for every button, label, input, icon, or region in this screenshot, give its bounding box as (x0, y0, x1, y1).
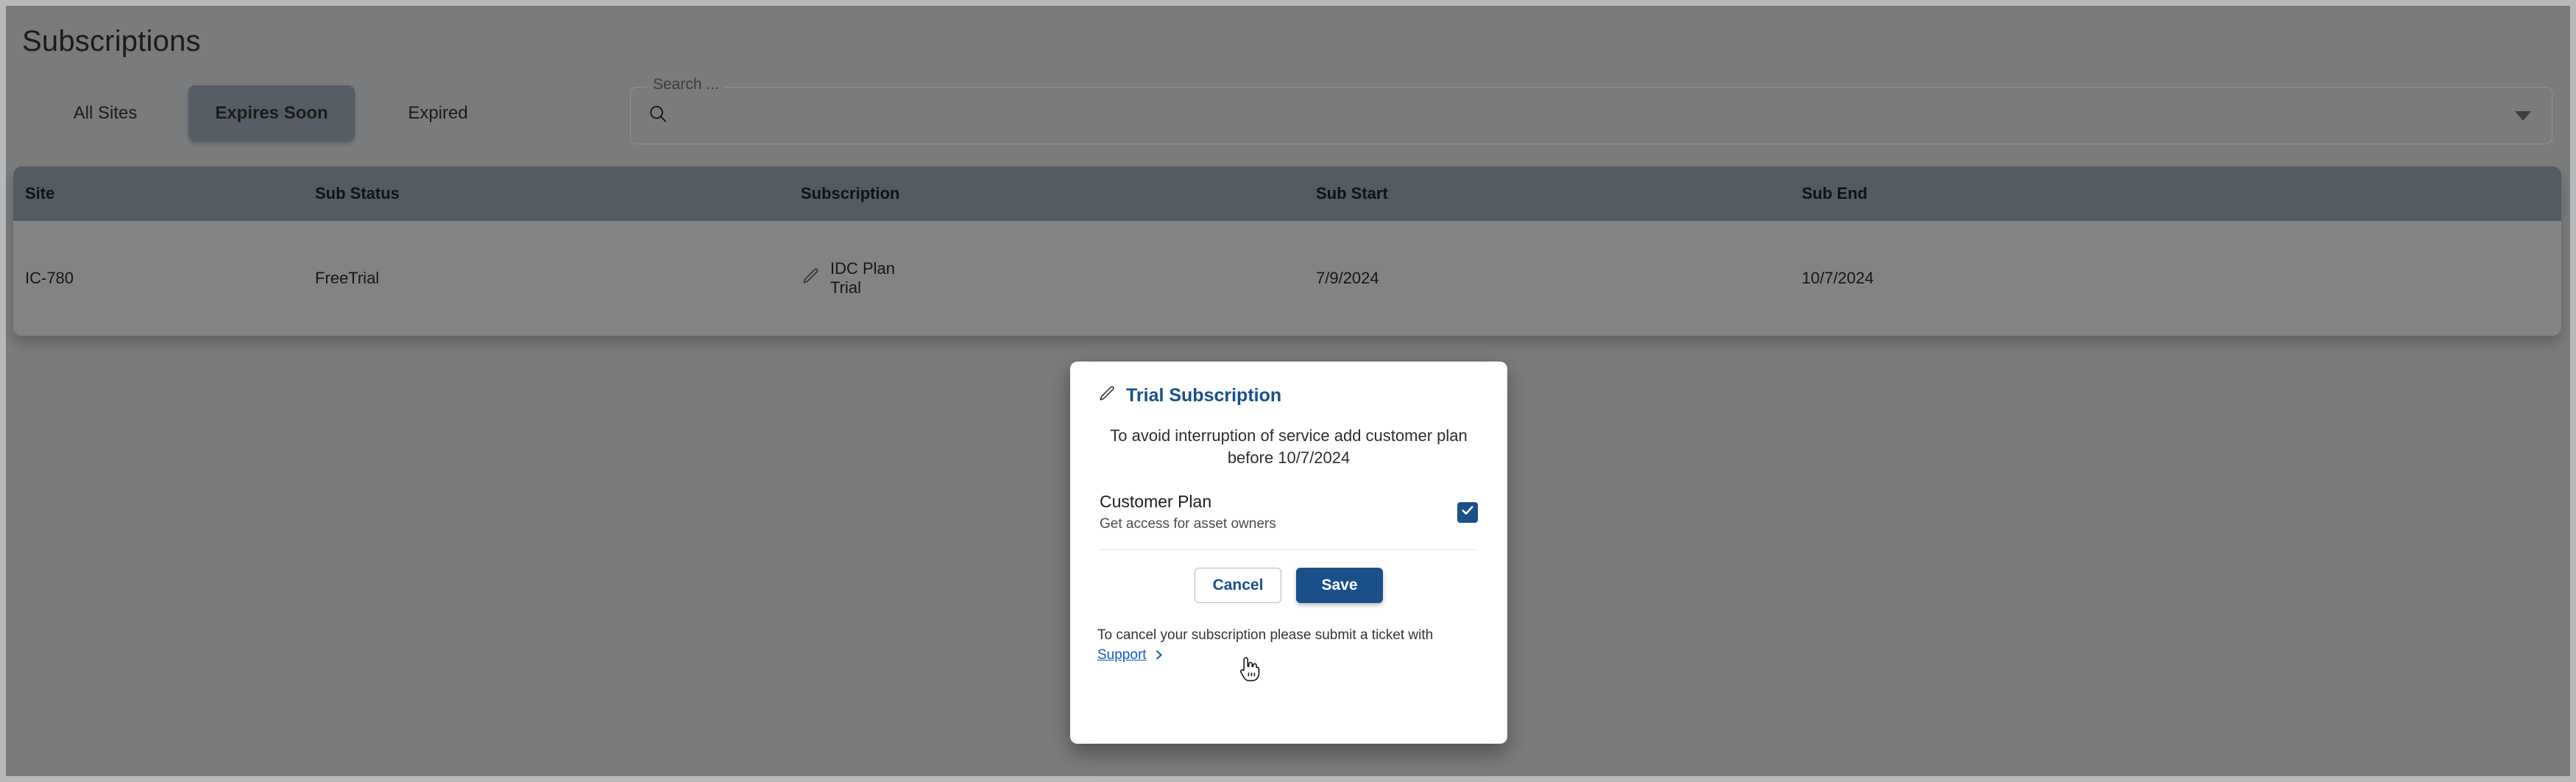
tab-expired[interactable]: Expired (355, 85, 521, 141)
customer-plan-text: Customer Plan Get access for asset owner… (1100, 491, 1276, 534)
dialog-actions: Cancel Save (1070, 568, 1507, 604)
tab-all-sites[interactable]: All Sites (22, 85, 188, 141)
column-header-sub-start[interactable]: Sub Start (1316, 184, 1802, 203)
dialog-divider (1100, 549, 1478, 551)
customer-plan-label: Customer Plan (1100, 491, 1212, 511)
support-link[interactable]: Support (1097, 647, 1147, 663)
column-header-subscription[interactable]: Subscription (801, 184, 1316, 203)
search-input[interactable] (682, 88, 2493, 144)
cancel-button[interactable]: Cancel (1195, 568, 1281, 604)
cell-subscription-tier: Trial (830, 278, 861, 297)
chevron-down-icon[interactable] (2510, 103, 2536, 128)
tab-bar: All Sites Expires Soon Expired (22, 85, 521, 141)
search-icon (647, 103, 669, 129)
customer-plan-option[interactable]: Customer Plan Get access for asset owner… (1100, 491, 1478, 534)
save-button[interactable]: Save (1296, 568, 1383, 604)
cell-subscription-plan: IDC Plan (830, 259, 896, 278)
pencil-icon (1097, 384, 1116, 406)
chevron-right-icon[interactable] (1153, 649, 1164, 661)
dialog-title: Trial Subscription (1126, 384, 1282, 406)
tab-expires-soon[interactable]: Expires Soon (188, 85, 355, 141)
column-header-sub-status[interactable]: Sub Status (315, 184, 801, 203)
dialog-header: Trial Subscription (1070, 362, 1507, 406)
cell-subscription: IDC Plan Trial (801, 259, 1316, 297)
tab-all-sites-label: All Sites (73, 103, 138, 123)
cell-site: IC-780 (25, 269, 74, 287)
page-title: Subscriptions (22, 25, 201, 57)
checkmark-icon (1460, 503, 1475, 521)
customer-plan-description: Get access for asset owners (1100, 515, 1276, 532)
table-header-row: Site Sub Status Subscription Sub Start S… (13, 166, 2561, 221)
dialog-footer-text: To cancel your subscription please submi… (1097, 627, 1434, 644)
cell-sub-end: 10/7/2024 (1802, 269, 1874, 287)
customer-plan-checkbox[interactable] (1457, 501, 1478, 523)
table-row[interactable]: IC-780 FreeTrial IDC Plan Trial 7/9/2024 (13, 221, 2561, 336)
pencil-icon[interactable] (801, 267, 820, 290)
cell-sub-status: FreeTrial (315, 269, 380, 287)
column-header-sub-end[interactable]: Sub End (1802, 184, 2317, 203)
search-field[interactable]: Search ... (630, 76, 2552, 144)
dialog-message: To avoid interruption of service add cus… (1110, 426, 1468, 467)
trial-subscription-dialog: Trial Subscription To avoid interruption… (1070, 362, 1507, 744)
subscriptions-table: Site Sub Status Subscription Sub Start S… (13, 166, 2561, 336)
cell-sub-start: 7/9/2024 (1316, 269, 1379, 287)
tab-expired-label: Expired (408, 103, 468, 123)
tab-expires-soon-label: Expires Soon (215, 103, 328, 123)
support-link-row[interactable]: Support (1097, 647, 1507, 663)
column-header-site[interactable]: Site (13, 184, 315, 203)
dialog-footer: To cancel your subscription please submi… (1097, 625, 1507, 663)
